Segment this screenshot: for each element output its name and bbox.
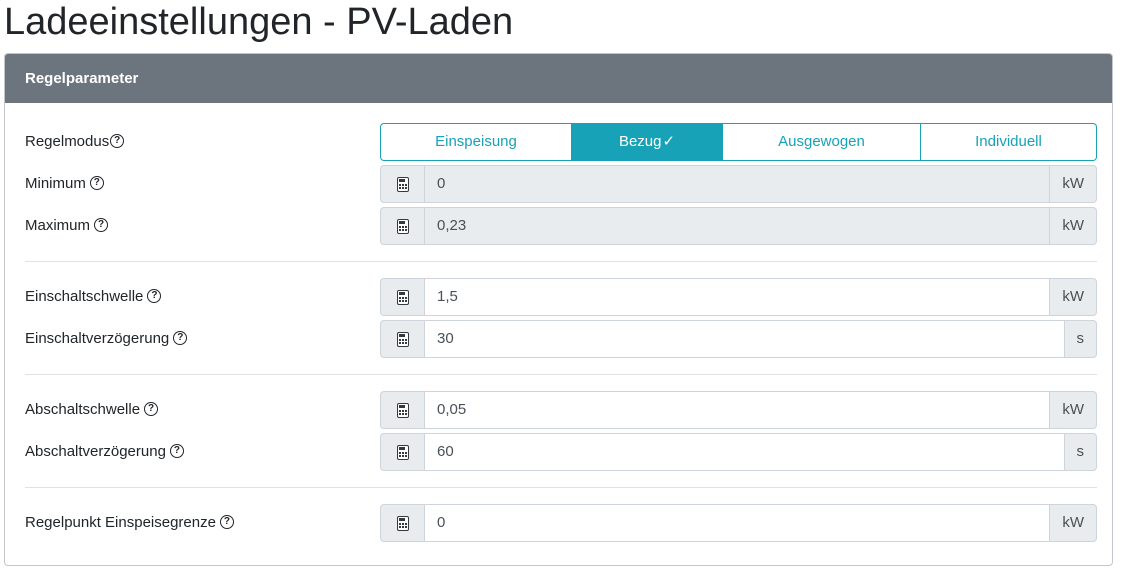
check-icon: ✓ xyxy=(662,133,676,150)
divider xyxy=(25,261,1097,262)
einschaltschwelle-input[interactable]: 1,5 xyxy=(424,278,1051,316)
calculator-icon[interactable] xyxy=(380,320,424,358)
einschaltschwelle-row: Einschaltschwelle? 1,5 kW xyxy=(25,278,1097,316)
help-icon[interactable]: ? xyxy=(173,331,188,346)
help-icon[interactable]: ? xyxy=(89,176,104,191)
calculator-icon[interactable] xyxy=(380,207,424,245)
divider xyxy=(25,374,1097,375)
regelmodus-row: Regelmodus? Einspeisung Bezug✓ Ausgewoge… xyxy=(25,123,1097,161)
minimum-label: Minimum? xyxy=(25,165,104,203)
regelmodus-individuell-button[interactable]: Individuell xyxy=(921,123,1097,161)
minimum-unit: kW xyxy=(1050,165,1097,203)
calculator-icon[interactable] xyxy=(380,391,424,429)
regelmodus-button-group: Einspeisung Bezug✓ Ausgewogen Individuel… xyxy=(380,123,1097,161)
regelmodus-einspeisung-button[interactable]: Einspeisung xyxy=(380,123,572,161)
einschaltverzoegerung-input[interactable]: 30 xyxy=(424,320,1065,358)
help-icon[interactable]: ? xyxy=(169,444,184,459)
abschaltschwelle-label: Abschaltschwelle? xyxy=(25,391,159,429)
abschaltschwelle-input-group: 0,05 kW xyxy=(380,391,1097,429)
einschaltschwelle-input-group: 1,5 kW xyxy=(380,278,1097,316)
help-icon[interactable]: ? xyxy=(219,515,234,530)
regelmodus-bezug-button[interactable]: Bezug✓ xyxy=(572,123,723,161)
einschaltschwelle-unit: kW xyxy=(1050,278,1097,316)
abschaltschwelle-unit: kW xyxy=(1050,391,1097,429)
maximum-row: Maximum? 0,23 kW xyxy=(25,207,1097,245)
help-icon[interactable]: ? xyxy=(147,289,162,304)
regelpunkt-input[interactable]: 0 xyxy=(424,504,1051,542)
maximum-field: 0,23 xyxy=(424,207,1051,245)
page-title: Ladeeinstellungen - PV-Laden xyxy=(4,1,514,43)
minimum-field: 0 xyxy=(424,165,1051,203)
maximum-unit: kW xyxy=(1050,207,1097,245)
help-icon[interactable]: ? xyxy=(144,402,159,417)
einschaltverzoegerung-input-group: 30 s xyxy=(380,320,1097,358)
help-icon[interactable]: ? xyxy=(110,134,125,149)
abschaltverzoegerung-label: Abschaltverzögerung? xyxy=(25,433,184,471)
maximum-label: Maximum? xyxy=(25,207,109,245)
minimum-input-group: 0 kW xyxy=(380,165,1097,203)
einschaltverzoegerung-row: Einschaltverzögerung? 30 s xyxy=(25,320,1097,358)
regelpunkt-label: Regelpunkt Einspeisegrenze? xyxy=(25,504,234,542)
calculator-icon[interactable] xyxy=(380,433,424,471)
abschaltverzoegerung-input-group: 60 s xyxy=(380,433,1097,471)
einschaltverzoegerung-label: Einschaltverzögerung? xyxy=(25,320,188,358)
einschaltverzoegerung-unit: s xyxy=(1064,320,1097,358)
abschaltverzoegerung-row: Abschaltverzögerung? 60 s xyxy=(25,433,1097,471)
minimum-row: Minimum? 0 kW xyxy=(25,165,1097,203)
regelpunkt-row: Regelpunkt Einspeisegrenze? 0 kW xyxy=(25,504,1097,542)
abschaltverzoegerung-input[interactable]: 60 xyxy=(424,433,1065,471)
help-icon[interactable]: ? xyxy=(94,218,109,233)
calculator-icon[interactable] xyxy=(380,165,424,203)
abschaltverzoegerung-unit: s xyxy=(1064,433,1097,471)
abschaltschwelle-row: Abschaltschwelle? 0,05 kW xyxy=(25,391,1097,429)
regelmodus-ausgewogen-button[interactable]: Ausgewogen xyxy=(723,123,921,161)
regelpunkt-unit: kW xyxy=(1050,504,1097,542)
calculator-icon[interactable] xyxy=(380,278,424,316)
einschaltschwelle-label: Einschaltschwelle? xyxy=(25,278,162,316)
abschaltschwelle-input[interactable]: 0,05 xyxy=(424,391,1051,429)
card-header: Regelparameter xyxy=(5,54,1112,103)
regelparameter-card: Regelparameter Regelmodus? Einspeisung B… xyxy=(4,53,1113,566)
divider xyxy=(25,487,1097,488)
calculator-icon[interactable] xyxy=(380,504,424,542)
maximum-input-group: 0,23 kW xyxy=(380,207,1097,245)
regelmodus-label: Regelmodus? xyxy=(25,123,125,161)
regelpunkt-input-group: 0 kW xyxy=(380,504,1097,542)
